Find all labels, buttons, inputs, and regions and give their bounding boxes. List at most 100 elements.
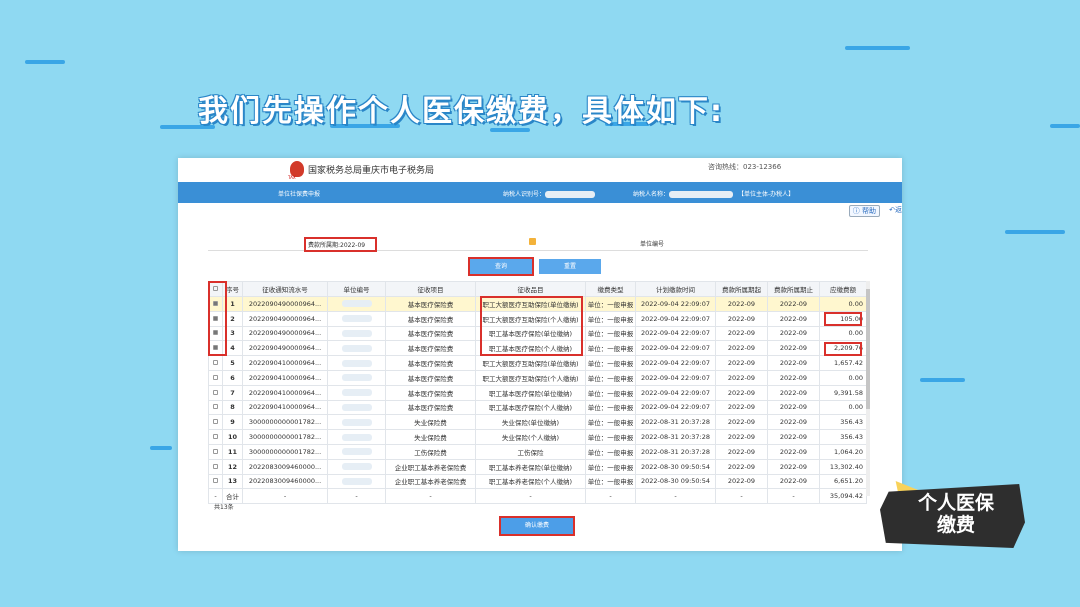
notice-serial: 2022090410000964... [242, 355, 328, 371]
period-from: 2022-09 [715, 340, 768, 357]
help-button[interactable]: ⓘ 帮助 [848, 205, 880, 217]
plan-time: 2022-08-31 20:37:28 [635, 414, 716, 431]
amount-due: 0.00 [819, 296, 867, 312]
levy-subitem: 职工大额医疗互助保险(单位缴纳) [475, 355, 586, 371]
row-checkbox[interactable] [208, 384, 223, 401]
levy-subitem: 失业保险(个人缴纳) [475, 429, 586, 445]
payment-type: 单位：一般申报 [585, 458, 636, 475]
notice-serial: 2022090490000964... [242, 310, 328, 327]
period-from: 2022-09 [715, 443, 768, 460]
reset-button[interactable]: 重置 [539, 259, 601, 274]
unit-no-blurred [327, 369, 386, 386]
row-checkbox[interactable] [208, 414, 223, 431]
col-header: 征收品目 [475, 281, 586, 297]
role-badge: 【单位主体-办税人】 [738, 191, 795, 198]
period-to: 2022-09 [767, 399, 820, 416]
levy-subitem: 职工基本医疗保险(单位缴纳) [475, 384, 586, 401]
period-from: 2022-09 [715, 384, 768, 401]
row-checkbox[interactable] [208, 369, 223, 386]
taxpayer-name: 纳税人名称： [633, 189, 734, 198]
notice-serial: 2022090410000964... [242, 384, 328, 401]
period-to: 2022-09 [767, 384, 820, 401]
levy-item: 基本医疗保险费 [385, 355, 476, 371]
col-header: 征收项目 [385, 281, 476, 297]
payment-type: 单位：一般申报 [585, 399, 636, 416]
table-row[interactable]: 10 3000000000001782... 失业保险费 失业保险(个人缴纳) 单位：一… [208, 429, 867, 445]
notice-serial: 3000000000001782... [242, 429, 328, 445]
query-form: 费款所属期:2022-09 单位编号 [208, 237, 868, 252]
table-row[interactable]: 13 2022083009460000... 企业职工基本养老保险费 职工基本养老保险… [208, 473, 867, 490]
payment-type: 单位：一般申报 [585, 473, 636, 490]
table-row[interactable]: 9 3000000000001782... 失业保险费 失业保险(单位缴纳) 单位：一般… [208, 414, 867, 431]
decor-stroke [25, 60, 65, 64]
plan-time: 2022-08-31 20:37:28 [635, 443, 716, 460]
row-checkbox[interactable] [208, 355, 223, 371]
amount-due: 356.43 [819, 429, 867, 445]
payment-type: 单位：一般申报 [585, 414, 636, 431]
period-to: 2022-09 [767, 414, 820, 431]
app-header: TAX 国家税务总局重庆市电子税务局 咨询热线：023-12366 [178, 158, 902, 182]
col-header: 费款所属期起 [715, 281, 768, 297]
table-row[interactable]: 6 2022090410000964... 基本医疗保险费 职工大额医疗互助保险(个人… [208, 369, 867, 386]
decor-stroke [150, 446, 172, 450]
levy-item: 基本医疗保险费 [385, 325, 476, 342]
total-dash: - [635, 488, 716, 505]
unit-no-blurred [327, 429, 386, 445]
payment-type: 单位：一般申报 [585, 369, 636, 386]
amount-due: 1,657.42 [819, 355, 867, 371]
query-button[interactable]: 查询 [468, 257, 534, 276]
taxpayer-id: 纳税人识别号： [503, 189, 596, 198]
table-row[interactable]: 5 2022090410000964... 基本医疗保险费 职工大额医疗互助保险(单位… [208, 355, 867, 371]
period-to: 2022-09 [767, 310, 820, 327]
row-checkbox[interactable] [208, 473, 223, 490]
table-row[interactable]: 11 3000000000001782... 工伤保险费 工伤保险 单位：一般申报 202… [208, 443, 867, 460]
amount-due: 356.43 [819, 414, 867, 431]
unit-no-label: 单位编号 [640, 241, 665, 248]
unit-no-blurred [327, 355, 386, 371]
row-checkbox[interactable] [208, 429, 223, 445]
levy-subitem: 工伤保险 [475, 443, 586, 460]
payment-type: 单位：一般申报 [585, 355, 636, 371]
col-header: 单位编号 [327, 281, 386, 297]
back-button[interactable]: ↶返 [889, 205, 902, 215]
levy-item: 失业保险费 [385, 414, 476, 431]
table-row[interactable]: 12 2022083009460000... 企业职工基本养老保险费 职工基本养老保险… [208, 458, 867, 475]
agency-title: 国家税务总局重庆市电子税务局 [308, 166, 435, 176]
row-index: 7 [222, 384, 243, 401]
tax-app-window: TAX 国家税务总局重庆市电子税务局 咨询热线：023-12366 单位社保费申… [178, 158, 902, 551]
notice-serial: 3000000000001782... [242, 414, 328, 431]
period-field[interactable]: 费款所属期:2022-09 [304, 237, 378, 252]
period-from: 2022-09 [715, 399, 768, 416]
confirm-payment-button[interactable]: 确认缴费 [499, 516, 575, 536]
calendar-icon[interactable] [529, 238, 536, 245]
notice-serial: 2022090410000964... [242, 399, 328, 416]
plan-time: 2022-09-04 22:09:07 [635, 369, 716, 386]
plan-time: 2022-09-04 22:09:07 [635, 340, 716, 357]
plan-time: 2022-09-04 22:09:07 [635, 296, 716, 312]
total-amount: 35,094.42 [819, 488, 867, 505]
unit-no-blurred [327, 443, 386, 460]
plan-time: 2022-09-04 22:09:07 [635, 355, 716, 371]
notice-serial: 2022083009460000... [242, 458, 328, 475]
total-dash: - [715, 488, 768, 505]
amount-due: 0.00 [819, 325, 867, 342]
row-checkbox[interactable] [208, 399, 223, 416]
caption-sticker: 个人医保 缴费 [880, 484, 1025, 548]
levy-item: 基本医疗保险费 [385, 399, 476, 416]
row-checkbox[interactable] [208, 458, 223, 475]
levy-subitem: 职工大额医疗互助保险(个人缴纳) [475, 369, 586, 386]
col-header: 缴费类型 [585, 281, 636, 297]
row-checkbox[interactable] [208, 443, 223, 460]
plan-time: 2022-09-04 22:09:07 [635, 384, 716, 401]
period-from: 2022-09 [715, 369, 768, 386]
col-header: 征收通知流水号 [242, 281, 328, 297]
table-scrollbar[interactable] [866, 281, 870, 496]
amount-due: 9,391.58 [819, 384, 867, 401]
table-row[interactable]: 8 2022090410000964... 基本医疗保险费 职工基本医疗保险(个人缴纳… [208, 399, 867, 416]
period-from: 2022-09 [715, 310, 768, 327]
payment-type: 单位：一般申报 [585, 443, 636, 460]
total-dash: - [475, 488, 586, 505]
table-row[interactable]: 7 2022090410000964... 基本医疗保险费 职工基本医疗保险(单位缴纳… [208, 384, 867, 401]
info-bar: 单位社保费申报 纳税人识别号： 纳税人名称： 【单位主体-办税人】 [178, 182, 902, 203]
row-index: 10 [222, 429, 243, 445]
